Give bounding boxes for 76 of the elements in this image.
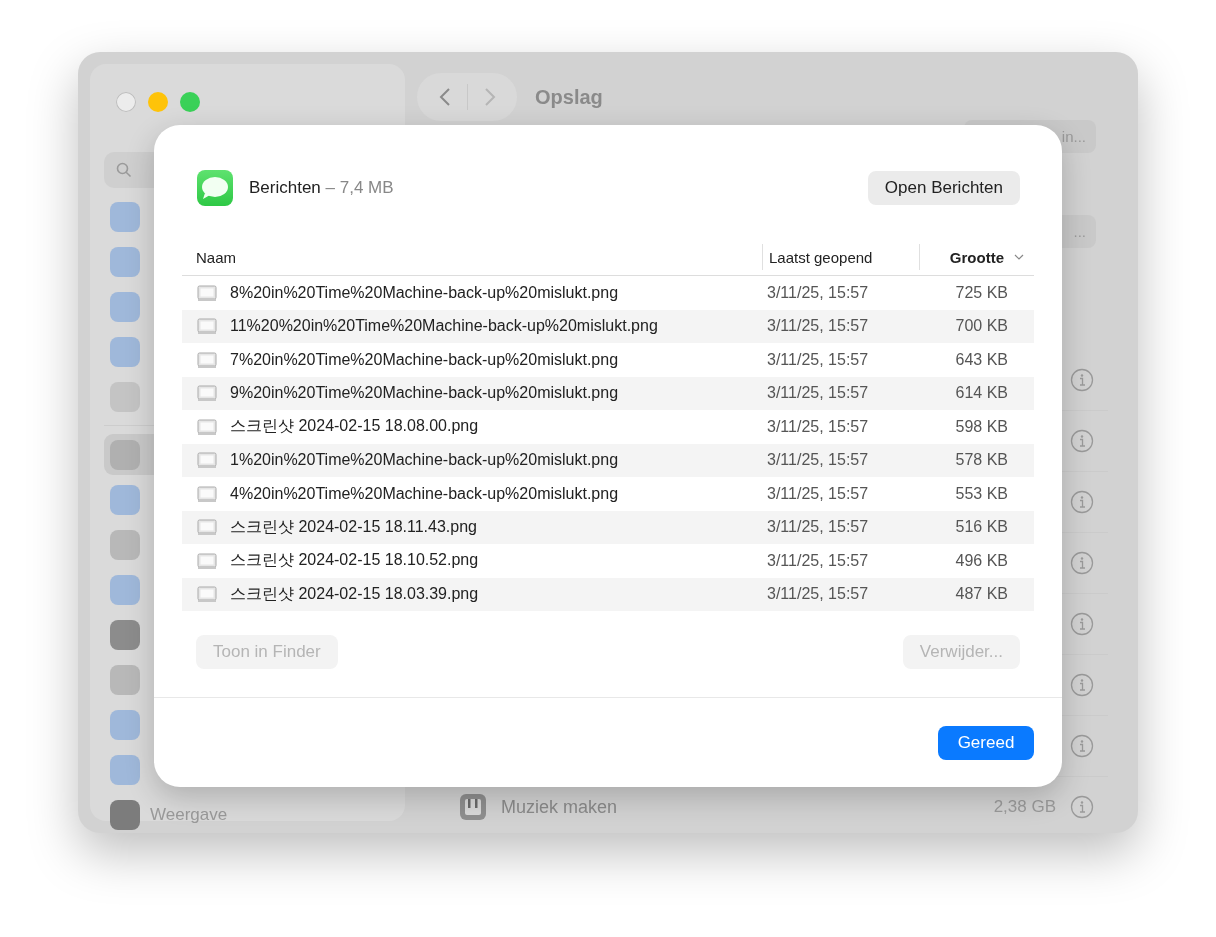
last-opened-date: 3/11/25, 15:57: [767, 384, 869, 403]
file-size: 578 KB: [955, 451, 1008, 470]
file-row[interactable]: 스크린샷 2024-02-15 18.03.39.png 3/11/25, 15:57 487 KB: [182, 577, 1034, 611]
info-icon[interactable]: [1070, 490, 1094, 514]
last-opened-date: 3/11/25, 15:57: [767, 417, 869, 436]
done-button[interactable]: Gereed: [938, 726, 1034, 760]
file-size: 700 KB: [955, 317, 1008, 336]
last-opened-date: 3/11/25, 15:57: [767, 518, 869, 537]
file-name: 1%20in%20Time%20Machine-back-up%20mislukt.png: [230, 451, 619, 470]
info-icon[interactable]: [1070, 551, 1094, 575]
last-opened-date: 3/11/25, 15:57: [767, 484, 869, 503]
last-opened-date: 3/11/25, 15:57: [767, 317, 869, 336]
image-file-icon: [197, 317, 217, 336]
search-icon: [116, 162, 132, 178]
file-size: 598 KB: [955, 417, 1008, 436]
image-file-icon: [197, 551, 217, 570]
zoom-button[interactable]: [180, 92, 200, 112]
dialog-title: Berichten – 7,4 MB: [249, 178, 394, 198]
last-opened-date: 3/11/25, 15:57: [767, 350, 869, 369]
last-opened-date: 3/11/25, 15:57: [767, 283, 869, 302]
image-file-icon: [197, 451, 217, 470]
chevron-icon: [1014, 254, 1024, 260]
file-name: 9%20in%20Time%20Machine-back-up%20mislukt.png: [230, 384, 619, 403]
file-size: 643 KB: [955, 350, 1008, 369]
file-name: 4%20in%20Time%20Machine-back-up%20mislukt.png: [230, 484, 619, 503]
file-row[interactable]: 스크린샷 2024-02-15 18.08.00.png 3/11/25, 15:57 598 KB: [182, 410, 1034, 444]
info-icon[interactable]: [1070, 429, 1094, 453]
file-row[interactable]: 스크린샷 2024-02-15 18.11.43.png 3/11/25, 15:57 516 KB: [182, 510, 1034, 544]
file-name: 8%20in%20Time%20Machine-back-up%20mislukt.png: [230, 283, 619, 302]
file-name: 스크린샷 2024-02-15 18.08.00.png: [230, 416, 479, 437]
file-name: 11%20%20in%20Time%20Machine-back-up%20mislukt.png: [230, 317, 658, 336]
info-icon[interactable]: [1070, 368, 1094, 392]
minimize-button[interactable]: [148, 92, 168, 112]
file-size: 487 KB: [955, 585, 1008, 604]
image-file-icon: [197, 350, 217, 369]
image-file-icon: [197, 283, 217, 302]
info-icon[interactable]: [1070, 795, 1094, 819]
file-row[interactable]: 스크린샷 2024-02-15 18.10.52.png 3/11/25, 15:57 496 KB: [182, 544, 1034, 578]
close-button[interactable]: [116, 92, 136, 112]
last-opened-date: 3/11/25, 15:57: [767, 585, 869, 604]
column-header[interactable]: Grootte: [919, 244, 1034, 270]
forward-icon[interactable]: [483, 87, 496, 107]
info-icon[interactable]: [1070, 734, 1094, 758]
image-file-icon: [197, 585, 217, 604]
last-opened-date: 3/11/25, 15:57: [767, 551, 869, 570]
file-size: 496 KB: [955, 551, 1008, 570]
file-size: 553 KB: [955, 484, 1008, 503]
file-row[interactable]: 11%20%20in%20Time%20Machine-back-up%20mislukt.png 3/11/25, 15:57 700 KB: [182, 309, 1034, 343]
file-row[interactable]: 8%20in%20Time%20Machine-back-up%20mislukt.png 3/11/25, 15:57 725 KB: [182, 276, 1034, 310]
window-title: Opslag: [535, 85, 603, 109]
file-name: 스크린샷 2024-02-15 18.11.43.png: [230, 516, 477, 537]
image-file-icon: [197, 417, 217, 436]
file-size: 725 KB: [955, 283, 1008, 302]
info-icon[interactable]: [1070, 612, 1094, 636]
file-row[interactable]: 4%20in%20Time%20Machine-back-up%20mislukt.png 3/11/25, 15:57 553 KB: [182, 477, 1034, 511]
open-button[interactable]: Open Berichten: [867, 171, 1020, 205]
file-size: 614 KB: [955, 384, 1008, 403]
column-header[interactable]: Naam: [182, 239, 762, 275]
storage-item-name: Muziek maken: [501, 796, 618, 818]
file-name: 7%20in%20Time%20Machine-back-up%20mislukt.png: [230, 350, 619, 369]
column-header[interactable]: Laatst geopend: [762, 244, 919, 270]
sidebar-label: Weergave: [150, 804, 228, 825]
file-row[interactable]: 1%20in%20Time%20Machine-back-up%20mislukt.png 3/11/25, 15:57 578 KB: [182, 443, 1034, 477]
speech-bubble-icon: [196, 169, 234, 207]
last-opened-date: 3/11/25, 15:57: [767, 451, 869, 470]
file-size: 516 KB: [955, 518, 1008, 537]
file-row[interactable]: 7%20in%20Time%20Machine-back-up%20mislukt.png 3/11/25, 15:57 643 KB: [182, 343, 1034, 377]
info-icon[interactable]: [1070, 673, 1094, 697]
back-icon[interactable]: [438, 87, 451, 107]
image-file-icon: [197, 384, 217, 403]
piano-icon: [459, 793, 487, 821]
image-file-icon: [197, 518, 217, 537]
file-row[interactable]: 9%20in%20Time%20Machine-back-up%20mislukt.png 3/11/25, 15:57 614 KB: [182, 376, 1034, 410]
image-file-icon: [197, 484, 217, 503]
file-name: 스크린샷 2024-02-15 18.10.52.png: [230, 550, 479, 571]
file-name: 스크린샷 2024-02-15 18.03.39.png: [230, 583, 479, 604]
